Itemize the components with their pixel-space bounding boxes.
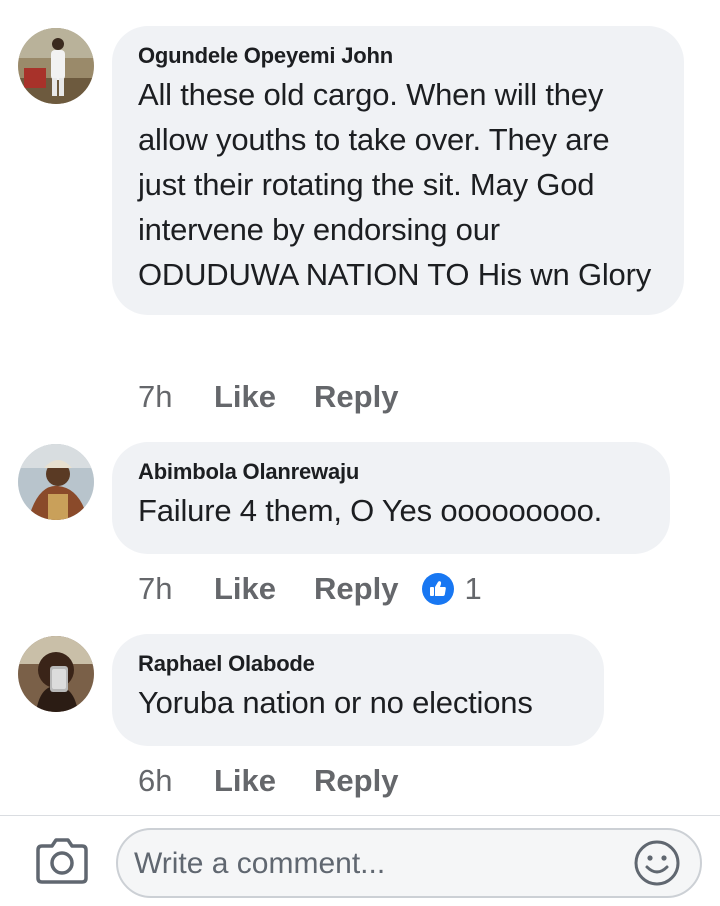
avatar[interactable] — [18, 444, 94, 520]
comment-bubble: Ogundele Opeyemi John All these old carg… — [112, 26, 684, 315]
comment-author[interactable]: Ogundele Opeyemi John — [138, 42, 656, 70]
camera-icon[interactable] — [36, 838, 88, 884]
comment-author[interactable]: Raphael Olabode — [138, 650, 576, 678]
reply-button[interactable]: Reply — [314, 571, 398, 607]
comment-bubble: Raphael Olabode Yoruba nation or no elec… — [112, 634, 604, 746]
comment-actions: 7h Like Reply 1 — [138, 569, 482, 609]
reaction-count: 1 — [464, 571, 482, 606]
comment-actions: 6h Like Reply — [138, 761, 436, 801]
like-button[interactable]: Like — [214, 571, 276, 607]
like-button[interactable]: Like — [214, 379, 276, 415]
comment-timestamp[interactable]: 6h — [138, 763, 214, 799]
comment-author[interactable]: Abimbola Olanrewaju — [138, 458, 642, 486]
avatar[interactable] — [18, 636, 94, 712]
comment-input[interactable] — [132, 838, 616, 890]
comment-composer — [0, 816, 720, 906]
reply-button[interactable]: Reply — [314, 763, 398, 799]
comment-bubble: Abimbola Olanrewaju Failure 4 them, O Ye… — [112, 442, 670, 554]
comment-timestamp[interactable]: 7h — [138, 571, 214, 607]
reaction-summary[interactable]: 1 — [422, 571, 482, 607]
comment-text: Failure 4 them, O Yes ooooooooo. — [138, 493, 603, 528]
avatar[interactable] — [18, 28, 94, 104]
comment-timestamp[interactable]: 7h — [138, 379, 214, 415]
comment-actions: 7h Like Reply — [138, 377, 436, 417]
smiley-icon[interactable] — [632, 838, 682, 888]
comment-text: All these old cargo. When will they allo… — [138, 77, 652, 292]
comment-text: Yoruba nation or no elections — [138, 685, 533, 720]
reply-button[interactable]: Reply — [314, 379, 398, 415]
thumbs-up-icon — [422, 573, 455, 605]
like-button[interactable]: Like — [214, 763, 276, 799]
comment-input-box[interactable] — [116, 828, 702, 898]
